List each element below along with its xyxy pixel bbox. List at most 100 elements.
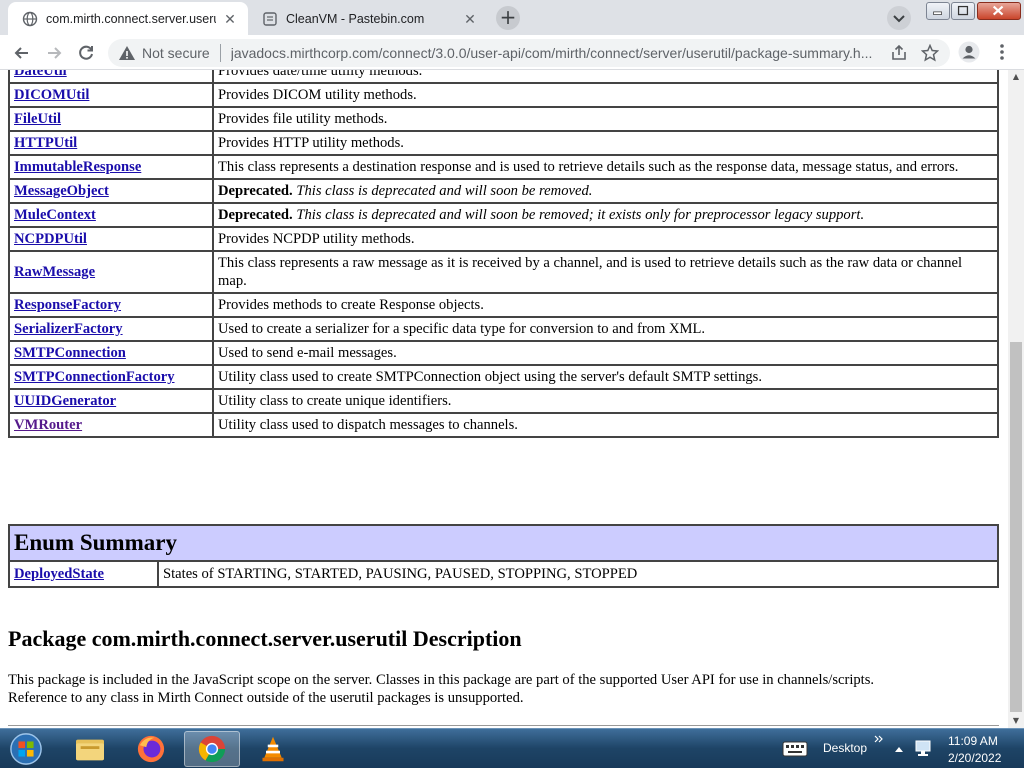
vlc-icon [262, 736, 284, 762]
table-row: DateUtil Provides date/time utility metho… [8, 70, 999, 84]
reload-icon[interactable] [73, 40, 99, 66]
tab-pastebin[interactable]: CleanVM - Pastebin.com ✕ [248, 2, 488, 35]
taskbar-firefox[interactable] [123, 731, 179, 767]
start-button[interactable] [0, 731, 52, 767]
close-tab-icon[interactable]: ✕ [462, 11, 478, 27]
package-description-heading: Package com.mirth.connect.server.useruti… [8, 626, 522, 651]
taskbar-vlc[interactable] [245, 731, 301, 767]
table-row: SMTPConnection Used to send e-mail messag… [8, 340, 999, 366]
class-link-httputil[interactable]: HTTPUtil [14, 135, 77, 151]
taskbar-chrome[interactable] [184, 731, 240, 767]
package-description-text: This package is included in the JavaScri… [8, 672, 875, 706]
keyboard-icon[interactable] [782, 741, 808, 757]
enum-summary-heading: Enum Summary [8, 524, 999, 562]
class-link-responsefactory[interactable]: ResponseFactory [14, 297, 121, 313]
class-link-mulecontext[interactable]: MuleContext [14, 207, 96, 223]
firefox-icon [137, 735, 165, 763]
new-tab-button[interactable]: + [496, 6, 520, 30]
deprecated-note: This class is deprecated and will soon b… [296, 183, 593, 199]
tab-strip: com.mirth.connect.server.userutil ✕ Clea… [0, 0, 1024, 35]
share-icon[interactable] [890, 44, 908, 62]
class-description: Utility class used to dispatch messages … [212, 412, 999, 438]
class-description: Deprecated. This class is deprecated and… [212, 202, 999, 228]
enum-link-deployedstate[interactable]: DeployedState [14, 566, 104, 582]
desktop-toolbar-label[interactable]: Desktop [823, 741, 867, 755]
clock-date[interactable]: 2/20/2022 [948, 751, 1001, 765]
table-row: DeployedState States of STARTING, STARTE… [8, 560, 999, 588]
deprecated-label: Deprecated. [218, 207, 293, 223]
chevron-double-right-icon[interactable] [874, 735, 884, 743]
warning-icon[interactable] [118, 44, 136, 62]
class-link-fileutil[interactable]: FileUtil [14, 111, 61, 127]
enum-description: States of STARTING, STARTED, PAUSING, PA… [157, 560, 999, 588]
pastebin-icon [263, 11, 277, 26]
close-window-button[interactable] [977, 2, 1021, 20]
address-bar[interactable]: Not secure javadocs.mirthcorp.com/connec… [108, 39, 950, 67]
class-description: Used to create a serializer for a specif… [212, 316, 999, 342]
show-hidden-icons-arrow-icon[interactable] [894, 745, 904, 753]
class-link-smtpconnection[interactable]: SMTPConnection [14, 345, 126, 361]
class-link-rawmessage[interactable]: RawMessage [14, 264, 95, 280]
class-description: Provides DICOM utility methods. [212, 82, 999, 108]
back-arrow-icon[interactable] [9, 40, 35, 66]
security-status-label[interactable]: Not secure [142, 45, 210, 61]
class-link-smtpconnectionfactory[interactable]: SMTPConnectionFactory [14, 369, 175, 385]
address-separator [219, 44, 221, 62]
system-tray: Desktop 11:09 AM 2/20/2022 [780, 729, 1024, 768]
restore-icon [957, 5, 969, 16]
browser-menu-icon[interactable] [993, 42, 1011, 62]
deprecated-note: This class is deprecated and will soon b… [296, 207, 865, 223]
bookmark-star-icon[interactable] [921, 44, 939, 62]
class-link-ncpdputil[interactable]: NCPDPUtil [14, 231, 87, 247]
class-description: Provides date/time utility methods. [212, 70, 999, 84]
browser-toolbar: Not secure javadocs.mirthcorp.com/connec… [0, 35, 1024, 70]
tab-title: CleanVM - Pastebin.com [286, 11, 425, 26]
table-row: FileUtil Provides file utility methods. [8, 106, 999, 132]
class-link-dateutil[interactable]: DateUtil [14, 70, 67, 79]
class-description: Utility class used to create SMTPConnect… [212, 364, 999, 390]
class-link-dicomutil[interactable]: DICOMUtil [14, 87, 89, 103]
table-row: MessageObject Deprecated. This class is d… [8, 178, 999, 204]
tab-search-chevron-icon[interactable] [887, 6, 911, 30]
class-link-serializerfactory[interactable]: SerializerFactory [14, 321, 123, 337]
table-row: ResponseFactory Provides methods to creat… [8, 292, 999, 318]
class-link-immutableresponse[interactable]: ImmutableResponse [14, 159, 141, 175]
file-explorer-icon [76, 739, 104, 761]
page-viewport: DateUtil Provides date/time utility metho… [0, 70, 1008, 728]
class-link-messageobject[interactable]: MessageObject [14, 183, 109, 199]
windows-taskbar: Desktop 11:09 AM 2/20/2022 [0, 728, 1024, 768]
scroll-down-arrow-icon[interactable]: ▼ [1008, 714, 1024, 728]
close-tab-icon[interactable]: ✕ [222, 11, 238, 27]
table-row: SMTPConnectionFactory Utility class used … [8, 364, 999, 390]
tab-mirth-userutil[interactable]: com.mirth.connect.server.userutil ✕ [8, 2, 248, 35]
class-description: This class represents a destination resp… [212, 154, 999, 180]
chrome-icon [198, 735, 226, 763]
class-description: Deprecated. This class is deprecated and… [212, 178, 999, 204]
network-icon[interactable] [914, 740, 934, 758]
taskbar-file-explorer[interactable] [62, 731, 118, 767]
class-description: Provides file utility methods. [212, 106, 999, 132]
table-row: SerializerFactory Used to create a serial… [8, 316, 999, 342]
class-description: Provides methods to create Response obje… [212, 292, 999, 318]
vertical-scrollbar[interactable]: ▲ ▼ [1008, 70, 1024, 728]
table-row: HTTPUtil Provides HTTP utility methods. [8, 130, 999, 156]
table-row: UUIDGenerator Utility class to create uni… [8, 388, 999, 414]
clock-time[interactable]: 11:09 AM [948, 734, 998, 748]
class-link-vmrouter[interactable]: VMRouter [14, 417, 82, 433]
minimize-window-button[interactable] [926, 2, 950, 20]
table-row: MuleContext Deprecated. This class is dep… [8, 202, 999, 228]
table-row: ImmutableResponse This class represents a… [8, 154, 999, 180]
table-row: RawMessage This class represents a raw me… [8, 250, 999, 294]
class-link-uuidgenerator[interactable]: UUIDGenerator [14, 393, 116, 409]
class-description: Provides HTTP utility methods. [212, 130, 999, 156]
maximize-window-button[interactable] [951, 2, 975, 20]
profile-avatar-icon[interactable] [958, 41, 980, 63]
deprecated-label: Deprecated. [218, 183, 293, 199]
forward-arrow-icon[interactable] [41, 40, 67, 66]
scroll-up-arrow-icon[interactable]: ▲ [1008, 70, 1024, 84]
table-row: NCPDPUtil Provides NCPDP utility methods. [8, 226, 999, 252]
scrollbar-thumb[interactable] [1010, 342, 1022, 712]
table-row: VMRouter Utility class used to dispatch m… [8, 412, 999, 438]
minimize-icon [933, 11, 942, 15]
url-text[interactable]: javadocs.mirthcorp.com/connect/3.0.0/use… [231, 45, 881, 61]
